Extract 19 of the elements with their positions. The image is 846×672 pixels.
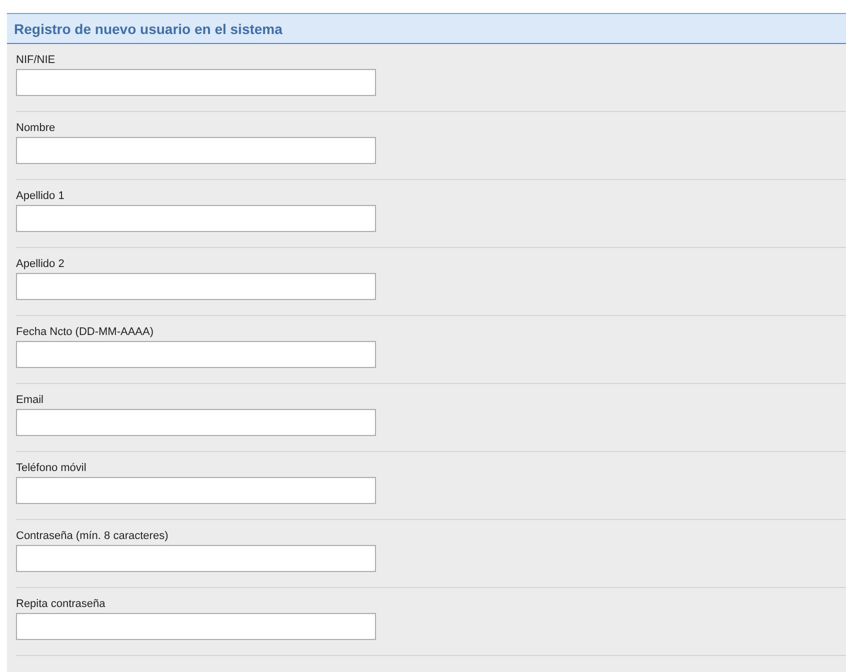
input-field[interactable]	[16, 69, 376, 96]
field-label: Fecha Ncto (DD-MM-AAAA)	[16, 325, 154, 340]
input-field[interactable]	[16, 477, 376, 504]
form-title: Registro de nuevo usuario en el sistema	[14, 20, 282, 36]
field-label: Contraseña (mín. 8 caracteres)	[16, 529, 168, 544]
field-label: Apellido 2	[16, 257, 64, 272]
field-label: Repita contraseña	[16, 597, 106, 612]
field-label: Nombre	[16, 121, 56, 136]
input-field[interactable]	[16, 137, 376, 164]
input-field[interactable]	[16, 273, 376, 300]
field-label: Apellido 1	[16, 189, 64, 204]
field-label: Email	[16, 393, 44, 408]
input-field[interactable]	[16, 409, 376, 436]
input-field[interactable]	[16, 545, 376, 572]
input-field[interactable]	[16, 613, 376, 640]
field-label: Teléfono móvil	[16, 461, 86, 476]
input-field[interactable]	[16, 205, 376, 232]
field-label: NIF/NIE	[16, 53, 56, 68]
input-field[interactable]	[16, 341, 376, 368]
